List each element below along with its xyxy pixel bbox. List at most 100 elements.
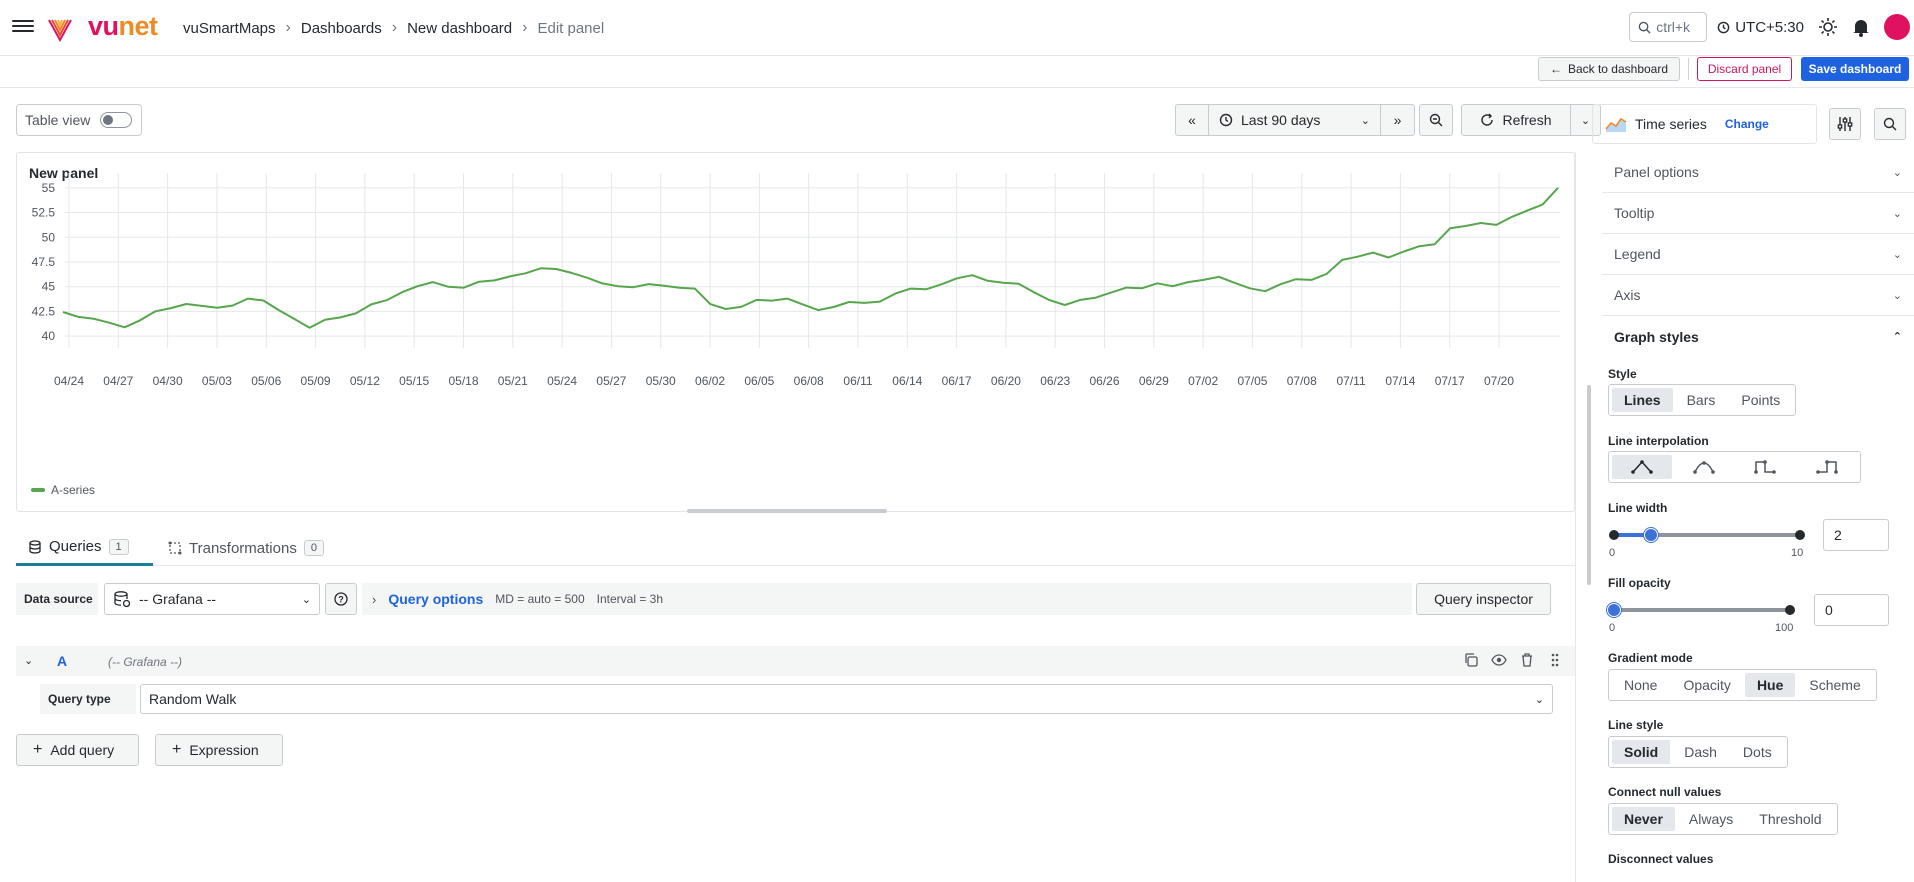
query-ref-id[interactable]: A	[57, 653, 67, 669]
time-series-chart[interactable]: 40 42.5 45 47.5 50 52.5 55 04/24 04/27 04/30 05/03…	[17, 153, 1576, 513]
save-dashboard-button[interactable]: Save dashboard	[1801, 57, 1909, 81]
breadcrumb-dashboard[interactable]: New dashboard	[407, 20, 512, 37]
x-tick-label: 05/15	[399, 374, 429, 388]
x-tick-label: 06/02	[695, 374, 725, 388]
section-axis[interactable]: Axis ⌄	[1602, 275, 1914, 316]
series-line[interactable]	[62, 187, 1559, 329]
options-scrollbar[interactable]	[1587, 385, 1591, 585]
copy-icon[interactable]	[1463, 652, 1479, 668]
gradient-scheme-option[interactable]: Scheme	[1797, 673, 1872, 697]
x-tick-label: 05/09	[301, 374, 331, 388]
y-tick-label: 45	[42, 280, 56, 294]
discard-panel-button[interactable]: Discard panel	[1697, 57, 1792, 81]
gradient-opacity-option[interactable]: Opacity	[1671, 673, 1742, 697]
slider-thumb[interactable]	[1644, 528, 1659, 542]
interpolation-linear-option[interactable]	[1612, 455, 1672, 479]
drag-handle-icon[interactable]	[1547, 652, 1563, 668]
section-tooltip[interactable]: Tooltip ⌄	[1602, 193, 1914, 234]
switch[interactable]	[100, 112, 133, 128]
style-radio-group: Lines Bars Points	[1608, 384, 1797, 416]
options-search-button[interactable]	[1874, 108, 1906, 140]
x-tick-label: 05/06	[251, 374, 281, 388]
breadcrumb-current: Edit panel	[537, 19, 605, 37]
chart-legend[interactable]: A-series	[31, 483, 95, 497]
add-expression-button[interactable]: + Expression	[155, 734, 283, 766]
fill-opacity-input[interactable]: 0	[1814, 594, 1889, 626]
tab-count: 1	[108, 538, 129, 555]
x-tick-label: 05/24	[547, 374, 577, 388]
connect-threshold-option[interactable]: Threshold	[1747, 807, 1833, 831]
section-label: Tooltip	[1614, 205, 1655, 221]
x-tick-label: 05/27	[596, 374, 626, 388]
y-tick-label: 55	[42, 181, 56, 195]
avatar[interactable]	[1884, 14, 1910, 40]
query-type-select[interactable]: Random Walk ⌄	[140, 684, 1553, 714]
line-width-slider[interactable]: 0 10	[1608, 519, 1808, 559]
trash-icon[interactable]	[1519, 652, 1535, 668]
x-tick-label: 06/17	[942, 374, 972, 388]
x-tick-label: 05/03	[202, 374, 232, 388]
tab-queries[interactable]: Queries 1	[16, 530, 153, 566]
query-tabs: Queries 1 Transformations 0	[16, 530, 1575, 566]
double-chevron-left-icon: «	[1188, 112, 1196, 128]
breadcrumb-dashboards[interactable]: Dashboards	[301, 20, 382, 37]
zoom-out-button[interactable]	[1419, 104, 1453, 136]
slider-thumb[interactable]	[1607, 603, 1621, 617]
style-points-option[interactable]: Points	[1729, 388, 1792, 412]
visualization-picker[interactable]: Time series Change	[1592, 104, 1817, 144]
breadcrumb-home[interactable]: vuSmartMaps	[183, 20, 276, 37]
tab-transformations[interactable]: Transformations 0	[156, 530, 336, 566]
table-view-toggle[interactable]: Table view	[16, 104, 142, 136]
data-source-picker[interactable]: -- Grafana -- ⌄	[104, 583, 320, 615]
tab-label: Queries	[49, 538, 102, 555]
gradient-none-option[interactable]: None	[1612, 673, 1669, 697]
y-tick-label: 47.5	[32, 255, 56, 269]
x-tick-label: 04/24	[54, 374, 84, 388]
line-style-solid-option[interactable]: Solid	[1612, 740, 1671, 764]
section-panel-options[interactable]: Panel options ⌄	[1602, 152, 1914, 193]
connect-never-option[interactable]: Never	[1612, 807, 1675, 831]
query-inspector-button[interactable]: Query inspector	[1416, 583, 1551, 615]
time-shift-back-button[interactable]: «	[1175, 104, 1209, 136]
eye-icon[interactable]	[1491, 652, 1507, 668]
time-shift-forward-button[interactable]: »	[1381, 104, 1415, 136]
grafana-datasource-icon	[114, 591, 131, 608]
x-tick-label: 04/30	[153, 374, 183, 388]
section-graph-styles[interactable]: Graph styles ⌃	[1602, 316, 1914, 357]
back-to-dashboard-button[interactable]: ← Back to dashboard	[1538, 57, 1680, 81]
interpolation-step-before-option[interactable]	[1736, 455, 1796, 479]
line-width-input[interactable]: 2	[1823, 519, 1889, 551]
options-filter-button[interactable]	[1829, 108, 1861, 140]
gradient-hue-option[interactable]: Hue	[1744, 673, 1796, 697]
fill-opacity-slider[interactable]: 0 100	[1607, 594, 1802, 634]
chevron-down-icon[interactable]: ⌄	[24, 654, 33, 667]
x-tick-label: 07/20	[1484, 374, 1514, 388]
bell-icon[interactable]	[1852, 17, 1870, 37]
slider-min-label: 0	[1609, 547, 1616, 559]
refresh-button[interactable]: Refresh	[1461, 104, 1571, 136]
query-options-toggle[interactable]: › Query options MD = auto = 500 Interval…	[362, 583, 1412, 615]
style-lines-option[interactable]: Lines	[1612, 388, 1673, 412]
timezone-indicator[interactable]: UTC+5:30	[1717, 19, 1804, 36]
change-visualization-link[interactable]: Change	[1725, 117, 1769, 131]
line-style-dots-option[interactable]: Dots	[1731, 740, 1784, 764]
interpolation-smooth-option[interactable]	[1674, 455, 1734, 479]
query-header: Data source -- Grafana -- ⌄ ? › Query op…	[16, 583, 1575, 615]
menu-icon[interactable]	[12, 17, 34, 39]
panel-resize-handle[interactable]	[687, 509, 887, 513]
style-bars-option[interactable]: Bars	[1675, 388, 1728, 412]
connect-always-option[interactable]: Always	[1677, 807, 1745, 831]
search-button[interactable]: ctrl+k	[1629, 12, 1708, 42]
x-tick-label: 06/14	[892, 374, 922, 388]
slider-max-label: 10	[1791, 547, 1804, 559]
line-style-dash-option[interactable]: Dash	[1672, 740, 1729, 764]
section-legend[interactable]: Legend ⌄	[1602, 234, 1914, 275]
interpolation-step-after-option[interactable]	[1797, 455, 1857, 479]
gradient-mode-label: Gradient mode	[1608, 651, 1693, 665]
data-source-help-button[interactable]: ?	[325, 583, 357, 615]
theme-toggle-icon[interactable]	[1818, 17, 1838, 37]
time-range-picker[interactable]: Last 90 days ⌄	[1209, 104, 1381, 136]
time-controls: « Last 90 days ⌄ » Refresh ⌄	[1175, 104, 1601, 136]
x-tick-label: 07/08	[1287, 374, 1317, 388]
add-query-button[interactable]: + Add query	[16, 734, 139, 766]
